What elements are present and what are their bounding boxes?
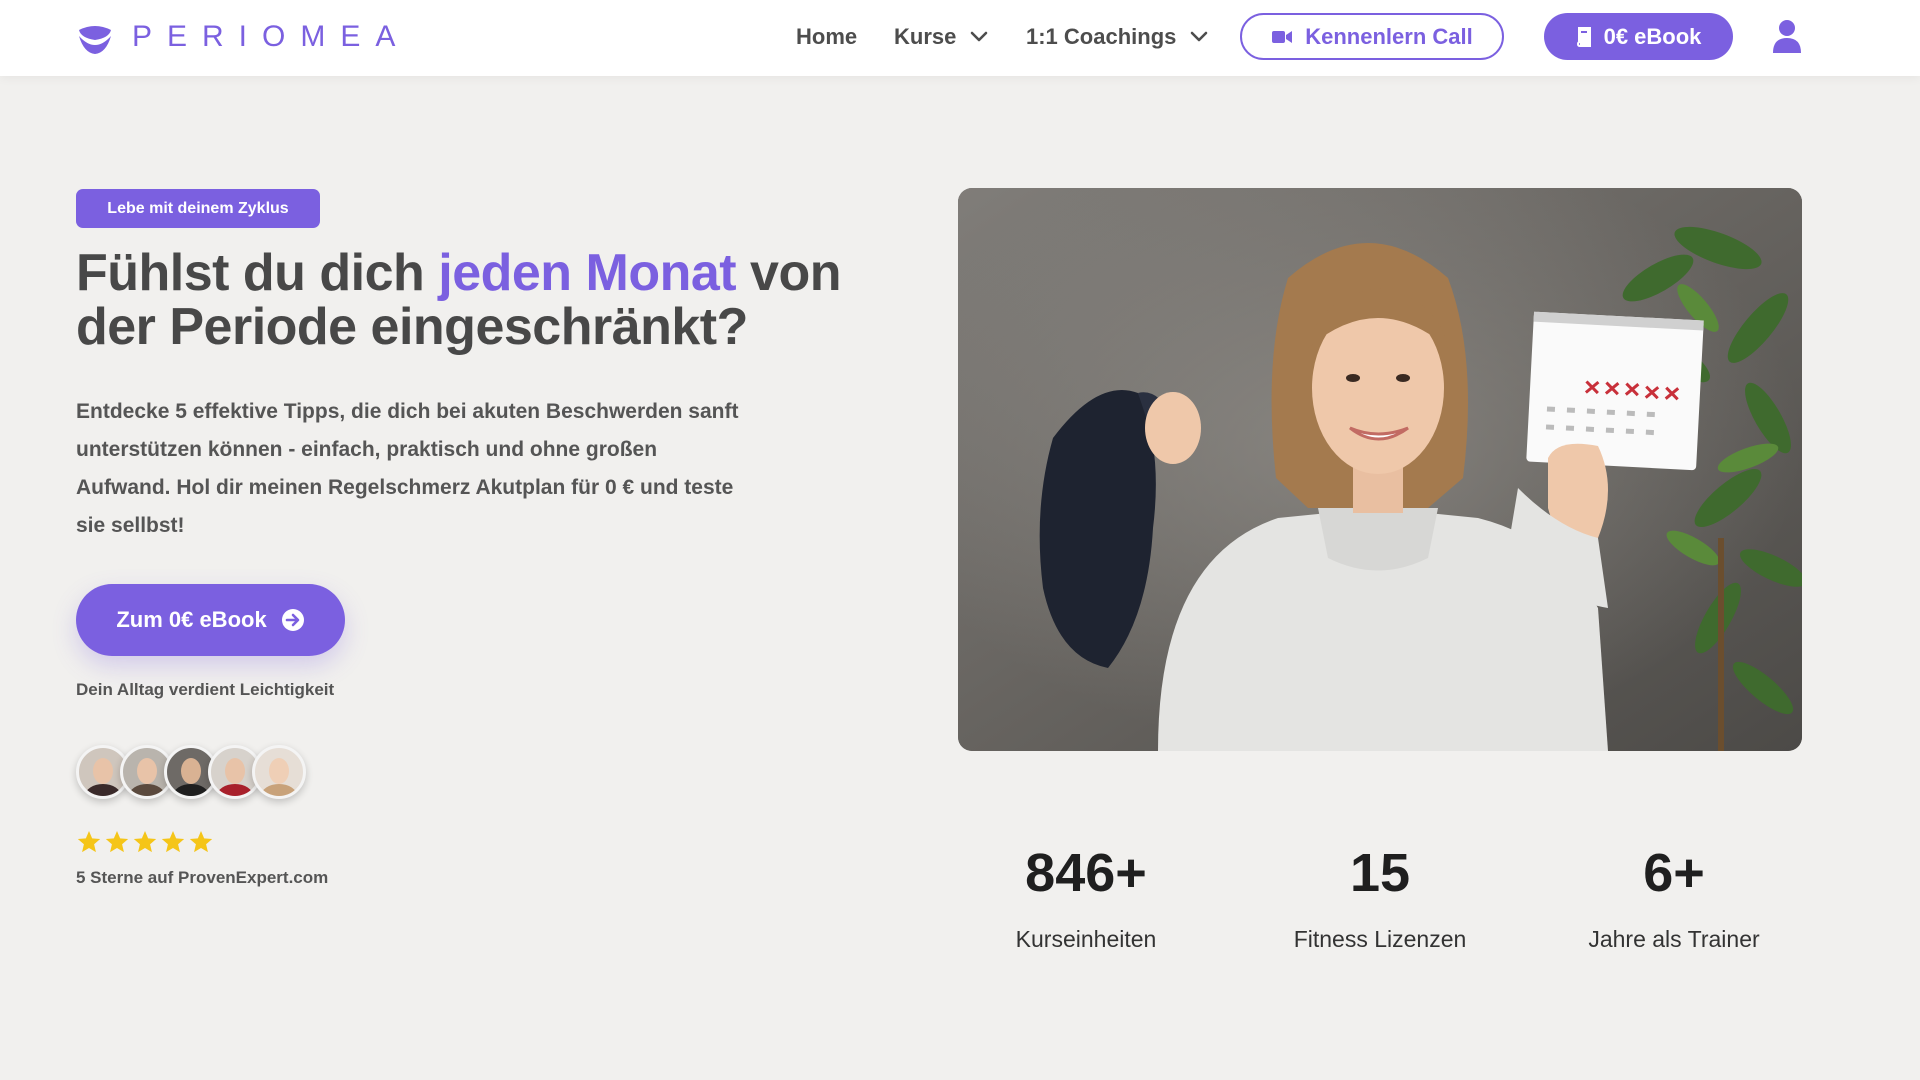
star-icon (77, 830, 101, 853)
nav-home-label: Home (796, 24, 858, 49)
ebook-cta-label: Zum 0€ eBook (116, 607, 267, 632)
nav-coachings[interactable]: 1:1 Coachings (1026, 20, 1208, 54)
book-icon (1576, 26, 1591, 47)
stat-value: 846+ (1025, 843, 1147, 903)
stat-label: Kurseinheiten (1015, 926, 1157, 952)
star-icon (105, 830, 129, 853)
ebook-cta-button[interactable]: Zum 0€ eBook (76, 584, 345, 656)
nav-coachings-label: 1:1 Coachings (1026, 24, 1177, 49)
chevron-down-icon (1191, 31, 1208, 42)
stat-label: Fitness Lizenzen (1293, 926, 1467, 952)
star-icon (189, 830, 213, 853)
woman-with-calendar-photo (958, 188, 1802, 751)
logo-mark-icon (79, 26, 111, 54)
nav-kurse-label: Kurse (894, 24, 957, 49)
nav-home[interactable]: Home (796, 20, 857, 54)
nav-kurse[interactable]: Kurse (894, 20, 988, 54)
rating-text: 5 Sterne auf ProvenExpert.com (76, 868, 329, 887)
chevron-down-icon (971, 31, 988, 42)
hero-lead-text: Entdecke 5 effektive Tipps, die dich bei… (76, 400, 739, 537)
ebook-header-button[interactable]: 0€ eBook (1544, 13, 1733, 60)
star-icon (161, 830, 185, 853)
hero-headline: Fühlst du dich jeden Monat von der Perio… (76, 246, 926, 354)
star-icon (133, 830, 157, 853)
customer-avatars (76, 745, 306, 801)
tagline-badge: Lebe mit deinem Zyklus (76, 189, 320, 228)
brand-name: PERIOMEA (132, 20, 411, 53)
arrow-right-circle-icon (281, 609, 304, 631)
headline-accent: jeden Monat (438, 244, 737, 302)
headline-part-1: Fühlst du dich (76, 244, 439, 302)
stat-kurseinheiten: 846+ Kurseinheiten (936, 840, 1236, 953)
brand-logo[interactable]: PERIOMEA (76, 18, 410, 56)
stat-fitness-lizenzen: 15 Fitness Lizenzen (1230, 840, 1530, 953)
kennenlern-call-label: Kennenlern Call (1305, 23, 1473, 49)
video-camera-icon (1272, 30, 1293, 43)
site-header: PERIOMEA Home Kurse 1:1 Coachings Kennen… (0, 0, 1920, 76)
cta-subtext: Dein Alltag verdient Leichtigkeit (76, 680, 335, 699)
star-rating (76, 829, 216, 855)
stat-value: 15 (1349, 843, 1411, 903)
user-icon[interactable] (1772, 19, 1802, 53)
ebook-header-label: 0€ eBook (1603, 23, 1702, 49)
kennenlern-call-button[interactable]: Kennenlern Call (1240, 13, 1504, 60)
stat-value: 6+ (1643, 843, 1705, 903)
hero-photo (958, 188, 1802, 751)
avatar (252, 745, 306, 799)
stat-jahre-trainer: 6+ Jahre als Trainer (1524, 840, 1824, 953)
stat-label: Jahre als Trainer (1588, 926, 1760, 952)
